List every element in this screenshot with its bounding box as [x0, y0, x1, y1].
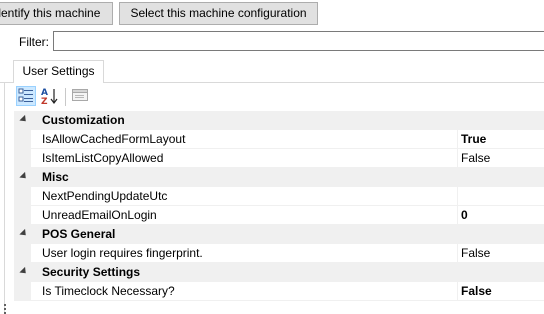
property-name: IsAllowCachedFormLayout — [42, 132, 186, 146]
property-value[interactable]: False — [461, 244, 490, 262]
svg-text:Z: Z — [41, 97, 48, 106]
row-gutter — [14, 282, 31, 301]
resize-grip[interactable] — [4, 304, 6, 314]
property-value[interactable]: False — [461, 149, 490, 167]
row-gutter — [14, 187, 31, 206]
row-gutter — [14, 130, 31, 149]
column-divider — [457, 130, 458, 148]
column-divider — [457, 206, 458, 224]
panel-border — [4, 82, 5, 314]
collapse-arrow-icon[interactable] — [19, 228, 29, 239]
collapse-arrow-icon[interactable] — [19, 266, 29, 277]
row-gutter — [14, 206, 31, 225]
property-name: NextPendingUpdateUtc — [42, 189, 168, 203]
property-row[interactable]: UnreadEmailOnLogin 0 — [14, 206, 544, 225]
column-divider — [457, 282, 458, 300]
category-name: Security Settings — [42, 265, 141, 279]
category-name: Customization — [42, 113, 125, 127]
property-pages-icon[interactable] — [71, 86, 91, 106]
property-row[interactable]: Is Timeclock Necessary? False — [14, 282, 544, 301]
property-grid-toolbar: A Z — [16, 86, 96, 108]
property-name: Is Timeclock Necessary? — [42, 284, 175, 298]
categorized-view-icon[interactable] — [16, 86, 36, 106]
category-name: POS General — [42, 227, 116, 241]
row-gutter — [14, 244, 31, 263]
category-name: Misc — [42, 170, 69, 184]
tab-user-settings[interactable]: User Settings — [13, 60, 104, 83]
toolbar-separator — [65, 88, 66, 106]
column-divider — [457, 244, 458, 262]
property-name: User login requires fingerprint. — [42, 246, 203, 260]
property-value[interactable]: False — [461, 282, 492, 300]
property-row[interactable]: IsAllowCachedFormLayout True — [14, 130, 544, 149]
property-grid: Customization IsAllowCachedFormLayout True… — [14, 111, 544, 311]
sort-alphabetical-icon[interactable]: A Z — [40, 86, 60, 107]
category-row[interactable]: Security Settings — [14, 263, 544, 282]
category-row[interactable]: Misc — [14, 168, 544, 187]
collapse-arrow-icon[interactable] — [19, 171, 29, 182]
identify-machine-button[interactable]: Identify this machine — [0, 2, 113, 25]
property-row[interactable]: IsItemListCopyAllowed False — [14, 149, 544, 168]
column-divider — [457, 149, 458, 167]
property-value[interactable]: 0 — [461, 206, 468, 224]
column-divider — [457, 187, 458, 205]
settings-window: Identify this machine Select this machin… — [0, 0, 544, 314]
category-row[interactable]: Customization — [14, 111, 544, 130]
filter-label: Filter: — [19, 35, 49, 49]
collapse-arrow-icon[interactable] — [19, 114, 29, 125]
property-row[interactable]: User login requires fingerprint. False — [14, 244, 544, 263]
property-name: IsItemListCopyAllowed — [42, 151, 164, 165]
property-value[interactable]: True — [461, 130, 486, 148]
filter-input[interactable] — [53, 31, 544, 51]
property-row[interactable]: NextPendingUpdateUtc — [14, 187, 544, 206]
property-name: UnreadEmailOnLogin — [42, 208, 157, 222]
select-machine-configuration-button[interactable]: Select this machine configuration — [119, 2, 318, 25]
row-gutter — [14, 149, 31, 168]
category-row[interactable]: POS General — [14, 225, 544, 244]
